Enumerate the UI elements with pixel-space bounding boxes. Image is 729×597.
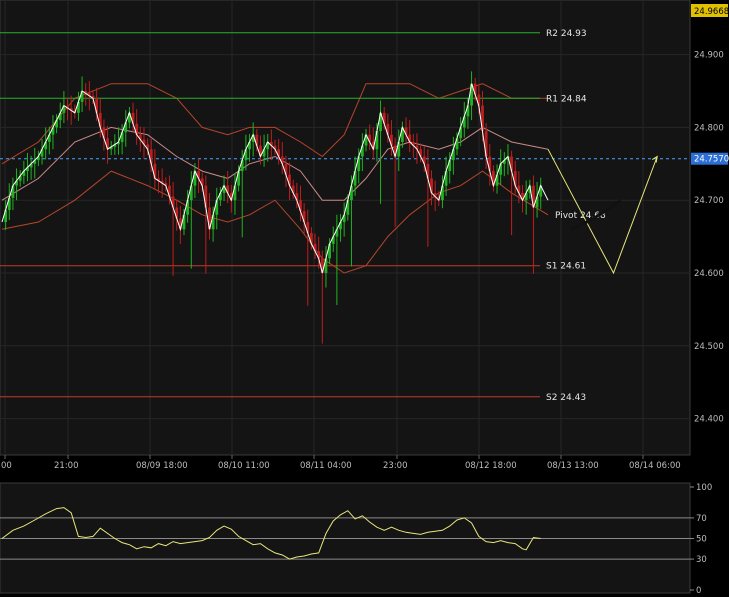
oscillator-tick-label: 30 — [696, 555, 707, 565]
level-label-s2: S2 24.43 — [546, 393, 586, 403]
time-tick-label: 08/09 18:00 — [136, 461, 188, 471]
main-plot-area — [0, 0, 691, 456]
time-tick-label: 08/12 18:00 — [465, 461, 517, 471]
chart-canvas: R2 24.93R1 24.84Pivot 24.68S1 24.61S2 24… — [0, 0, 729, 597]
level-label-r1: R1 24.84 — [546, 94, 587, 104]
level-label-r2: R2 24.93 — [546, 29, 587, 39]
oscillator-tick-label: 50 — [696, 535, 707, 545]
oscillator-tick-label: 100 — [696, 483, 712, 493]
price-tick-label: 24.500 — [694, 342, 724, 352]
time-tick-label: 00 — [1, 461, 12, 471]
price-tick-label: 24.400 — [694, 415, 724, 425]
price-tick-label: 24.600 — [694, 269, 724, 279]
oscillator-tick-label: 0 — [696, 586, 701, 596]
time-tick-label: 23:00 — [383, 461, 408, 471]
price-tick-label: 24.700 — [694, 196, 724, 206]
current-price-text: 24.7570 — [694, 155, 729, 165]
top-price-tag: 24.9668 — [691, 4, 729, 17]
oscillator-tick-label: 70 — [696, 514, 707, 524]
time-tick-label: 08/10 11:00 — [218, 461, 270, 471]
time-tick-label: 08/13 13:00 — [547, 461, 599, 471]
time-tick-label: 08/14 06:00 — [629, 461, 681, 471]
price-tick-label: 24.900 — [694, 51, 724, 61]
time-tick-label: 21:00 — [54, 461, 79, 471]
time-tick-label: 08/11 04:00 — [300, 461, 352, 471]
top-price-text: 24.9668 — [694, 7, 729, 17]
level-label-s1: S1 24.61 — [546, 262, 586, 272]
price-tick-label: 24.800 — [694, 123, 724, 133]
